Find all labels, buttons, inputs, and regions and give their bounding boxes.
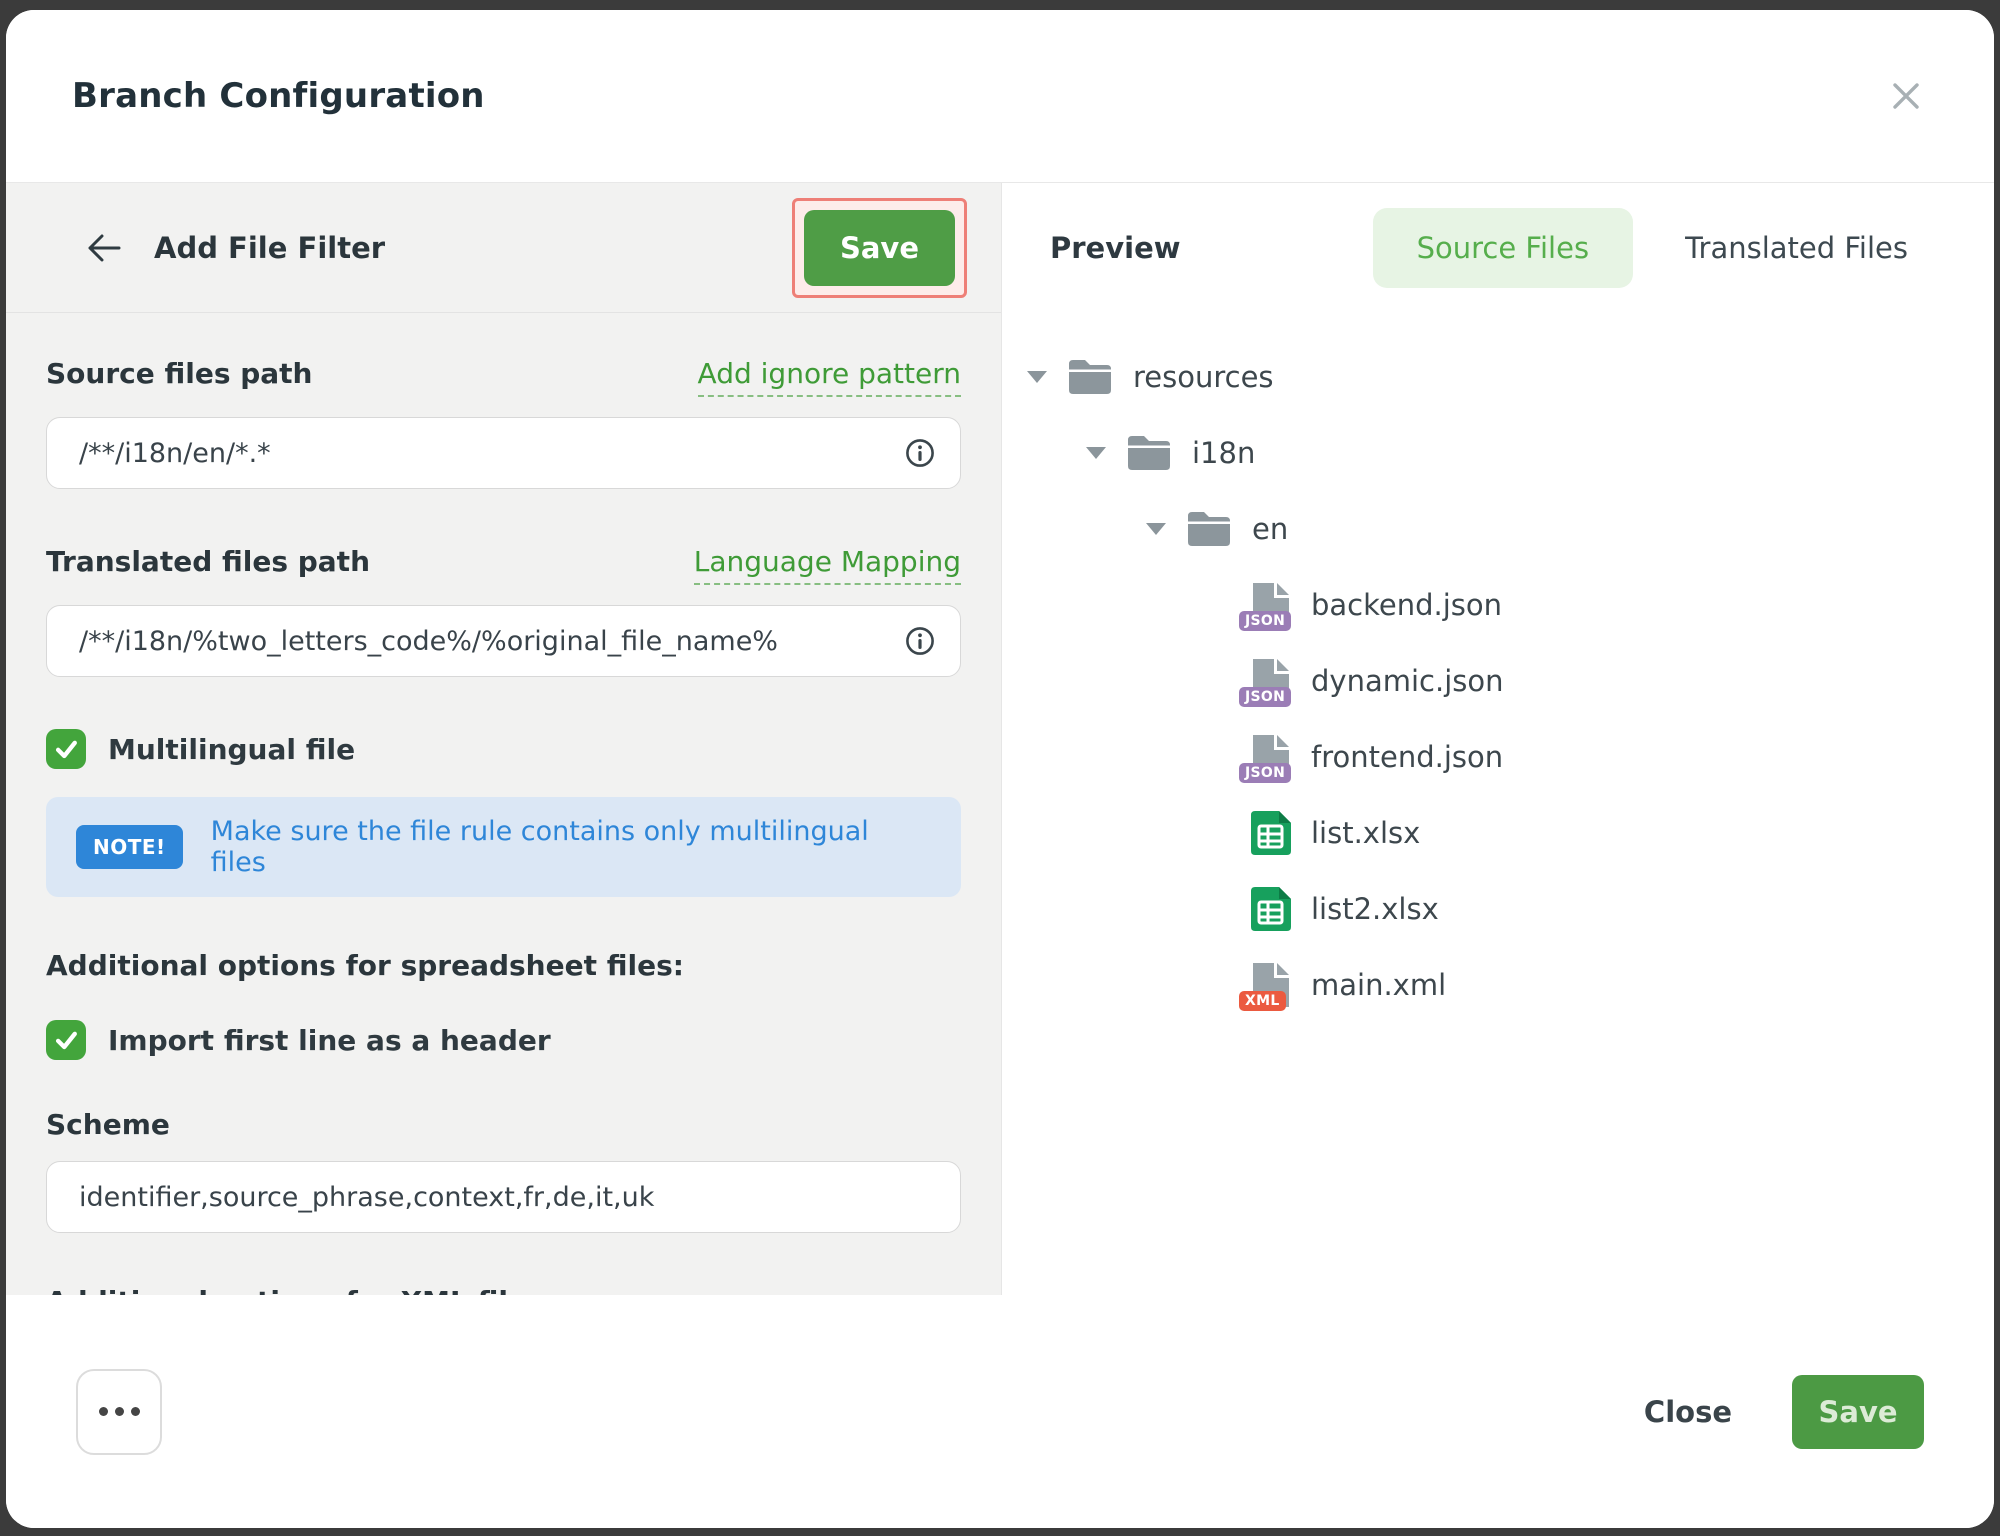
tab-translated-files[interactable]: Translated Files — [1677, 208, 1916, 288]
save-filter-button[interactable]: Save — [804, 210, 955, 286]
tree-item-file[interactable]: XML main.xml — [1002, 947, 1994, 1023]
chevron-down-icon[interactable] — [1086, 447, 1106, 459]
tree-item-label: dynamic.json — [1311, 664, 1503, 698]
json-file-icon: JSON — [1245, 731, 1293, 783]
ellipsis-icon — [131, 1407, 140, 1416]
json-file-icon: JSON — [1245, 579, 1293, 631]
import-first-line-checkbox[interactable]: Import first line as a header — [46, 1020, 961, 1060]
ellipsis-icon — [115, 1407, 124, 1416]
tree-item-file[interactable]: list2.xlsx — [1002, 871, 1994, 947]
chevron-down-icon[interactable] — [1146, 523, 1166, 535]
xlsx-file-icon — [1245, 883, 1293, 935]
spreadsheet-options-heading: Additional options for spreadsheet files… — [46, 949, 961, 982]
checkbox-checked-icon — [46, 1020, 86, 1060]
file-tree: resources i18n en — [1002, 313, 1994, 1023]
panel-title: Add File Filter — [154, 231, 385, 265]
tree-item-label: list.xlsx — [1311, 816, 1420, 850]
preview-panel: Preview Source Files Translated Files re… — [1002, 183, 1994, 1295]
preview-title: Preview — [1050, 231, 1181, 265]
tree-item-folder[interactable]: en — [1002, 491, 1994, 567]
close-button[interactable]: Close — [1644, 1395, 1732, 1429]
multilingual-file-checkbox[interactable]: Multilingual file — [46, 729, 961, 769]
info-icon[interactable] — [905, 626, 935, 656]
multilingual-note: NOTE! Make sure the file rule contains o… — [46, 797, 961, 897]
tree-item-file[interactable]: list.xlsx — [1002, 795, 1994, 871]
xml-badge: XML — [1239, 991, 1286, 1011]
tree-item-label: frontend.json — [1311, 740, 1503, 774]
folder-icon — [1067, 357, 1115, 397]
folder-icon — [1126, 433, 1174, 473]
preview-header: Preview Source Files Translated Files — [1002, 183, 1994, 313]
translated-files-path-input[interactable] — [46, 605, 961, 677]
tree-item-label: backend.json — [1311, 588, 1502, 622]
tree-item-label: list2.xlsx — [1311, 892, 1439, 926]
tree-item-folder[interactable]: resources — [1002, 339, 1994, 415]
tree-item-label: resources — [1133, 360, 1274, 394]
file-filter-form: Source files path Add ignore pattern Tra… — [6, 313, 1001, 1295]
source-files-path-input[interactable] — [46, 417, 961, 489]
tree-item-folder[interactable]: i18n — [1002, 415, 1994, 491]
dialog-title: Branch Configuration — [72, 76, 485, 116]
scheme-label: Scheme — [46, 1108, 961, 1141]
close-icon[interactable] — [1882, 72, 1930, 120]
xml-file-icon: XML — [1245, 959, 1293, 1011]
note-badge: NOTE! — [76, 825, 183, 869]
tree-item-label: main.xml — [1311, 968, 1446, 1002]
checkbox-checked-icon — [46, 729, 86, 769]
add-ignore-pattern-link[interactable]: Add ignore pattern — [698, 357, 961, 397]
json-badge: JSON — [1239, 687, 1291, 707]
save-button[interactable]: Save — [1792, 1375, 1924, 1449]
dialog-header: Branch Configuration — [6, 10, 1994, 183]
chevron-down-icon[interactable] — [1027, 371, 1047, 383]
tree-item-file[interactable]: JSON frontend.json — [1002, 719, 1994, 795]
tree-item-label: i18n — [1192, 436, 1255, 470]
multilingual-file-label: Multilingual file — [108, 733, 355, 766]
file-filter-header: Add File Filter Save — [6, 183, 1001, 313]
note-text: Make sure the file rule contains only mu… — [211, 816, 931, 878]
tab-source-files[interactable]: Source Files — [1373, 208, 1633, 288]
import-first-line-label: Import first line as a header — [108, 1024, 551, 1057]
tree-item-file[interactable]: JSON backend.json — [1002, 567, 1994, 643]
back-arrow-icon[interactable] — [82, 226, 126, 270]
more-options-button[interactable] — [76, 1369, 162, 1455]
dialog-backdrop: Branch Configuration Add File Filter Sav… — [0, 0, 2000, 1536]
json-badge: JSON — [1239, 763, 1291, 783]
translated-files-path-label: Translated files path — [46, 545, 370, 578]
branch-configuration-dialog: Branch Configuration Add File Filter Sav… — [6, 10, 1994, 1528]
json-badge: JSON — [1239, 611, 1291, 631]
file-filter-panel: Add File Filter Save Source files path A… — [6, 183, 1002, 1295]
info-icon[interactable] — [905, 438, 935, 468]
tree-item-file[interactable]: JSON dynamic.json — [1002, 643, 1994, 719]
preview-tabs: Source Files Translated Files — [1373, 208, 1916, 288]
xlsx-file-icon — [1245, 807, 1293, 859]
source-files-path-label: Source files path — [46, 357, 313, 390]
dialog-footer: Close Save — [6, 1295, 1994, 1528]
tree-item-label: en — [1252, 512, 1288, 546]
ellipsis-icon — [99, 1407, 108, 1416]
json-file-icon: JSON — [1245, 655, 1293, 707]
folder-icon — [1186, 509, 1234, 549]
scheme-input[interactable] — [46, 1161, 961, 1233]
save-highlight-annotation: Save — [792, 198, 967, 298]
dialog-body: Add File Filter Save Source files path A… — [6, 183, 1994, 1295]
language-mapping-link[interactable]: Language Mapping — [694, 545, 961, 585]
xml-options-heading: Additional options for XML files: — [46, 1285, 961, 1295]
